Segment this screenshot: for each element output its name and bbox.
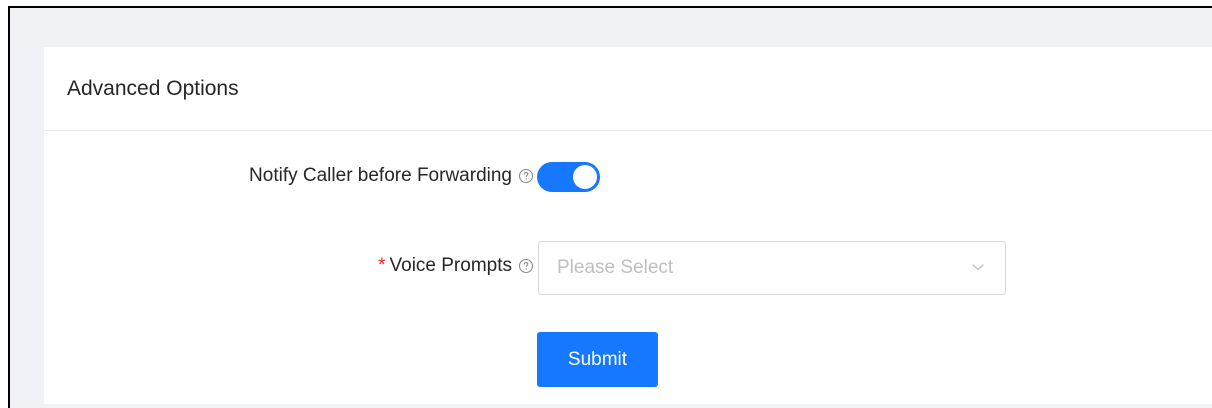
card-header: Advanced Options (44, 47, 1212, 131)
required-mark: * (378, 255, 386, 276)
advanced-options-card: Advanced Options Notify Caller before Fo… (44, 47, 1212, 404)
voice-prompts-label: Voice Prompts (389, 255, 513, 276)
notify-caller-label-group: Notify Caller before Forwarding (249, 165, 534, 187)
submit-button[interactable]: Submit (537, 332, 658, 387)
toggle-knob (573, 165, 597, 189)
question-circle-icon[interactable] (518, 168, 534, 184)
question-circle-icon[interactable] (518, 258, 534, 274)
page-frame: Advanced Options Notify Caller before Fo… (8, 6, 1212, 408)
chevron-down-icon (971, 259, 985, 277)
notify-caller-toggle[interactable] (537, 162, 600, 192)
select-placeholder: Please Select (557, 257, 674, 278)
voice-prompts-label-group: * Voice Prompts (378, 255, 534, 277)
notify-caller-label: Notify Caller before Forwarding (249, 165, 512, 186)
voice-prompts-select[interactable]: Please Select (538, 241, 1006, 295)
card-title: Advanced Options (67, 76, 239, 100)
